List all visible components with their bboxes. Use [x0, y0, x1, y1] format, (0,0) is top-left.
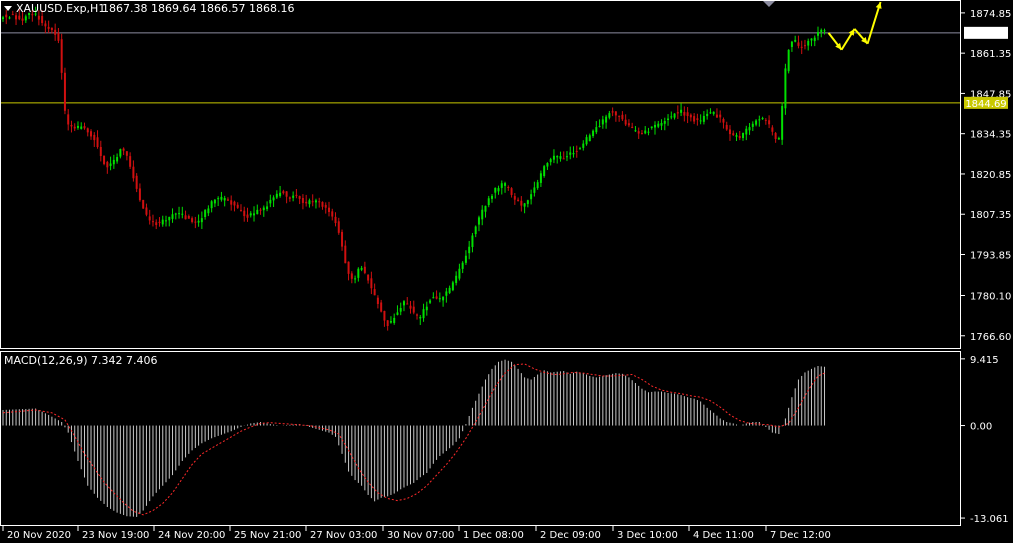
price-tick-label: 1820.85	[970, 170, 1011, 181]
candle	[781, 102, 784, 145]
candle	[787, 49, 790, 74]
horizontal-level-label: 1844.69	[965, 99, 1006, 110]
chart-background	[0, 0, 1013, 543]
price-tick-label: 1766.60	[970, 332, 1011, 343]
price-tick-label: 1793.85	[970, 250, 1011, 261]
time-tick-label: 1 Dec 08:00	[463, 530, 524, 541]
macd-title: MACD(12,26,9) 7.342 7.406	[4, 354, 158, 367]
time-tick-label: 30 Nov 07:00	[387, 530, 454, 541]
macd-tick-label: 9.415	[970, 355, 999, 366]
candle	[142, 199, 145, 209]
price-tick-label: 1780.10	[970, 292, 1011, 303]
price-tick-label: 1834.35	[970, 130, 1011, 141]
candle	[543, 164, 546, 178]
ohlc-readout: 1867.38 1869.64 1866.57 1868.16	[102, 2, 294, 15]
time-tick-label: 7 Dec 12:00	[770, 530, 831, 541]
current-price-label: 1868.16	[965, 29, 1006, 40]
time-tick-label: 27 Nov 03:00	[310, 530, 377, 541]
price-tick-label: 1807.35	[970, 210, 1011, 221]
symbol-label: XAUUSD.Exp,H1	[16, 2, 105, 15]
candle	[63, 67, 66, 115]
time-tick-label: 24 Nov 20:00	[158, 530, 225, 541]
time-tick-label: 3 Dec 10:00	[617, 530, 678, 541]
macd-tick-label: -13.061	[970, 514, 1009, 525]
time-tick-label: 20 Nov 2020	[7, 530, 71, 541]
candle	[60, 33, 63, 80]
price-tick-label: 1874.85	[970, 9, 1011, 20]
candle	[784, 63, 787, 115]
time-tick-label: 23 Nov 19:00	[82, 530, 149, 541]
time-tick-label: 2 Dec 09:00	[540, 530, 601, 541]
candle	[103, 155, 106, 166]
time-tick-label: 25 Nov 21:00	[234, 530, 301, 541]
macd-tick-label: 0.00	[970, 422, 992, 433]
chart-root: 1874.851861.351847.851834.351820.851807.…	[0, 0, 1013, 543]
price-tick-label: 1861.35	[970, 49, 1011, 60]
time-tick-label: 4 Dec 11:00	[693, 530, 754, 541]
